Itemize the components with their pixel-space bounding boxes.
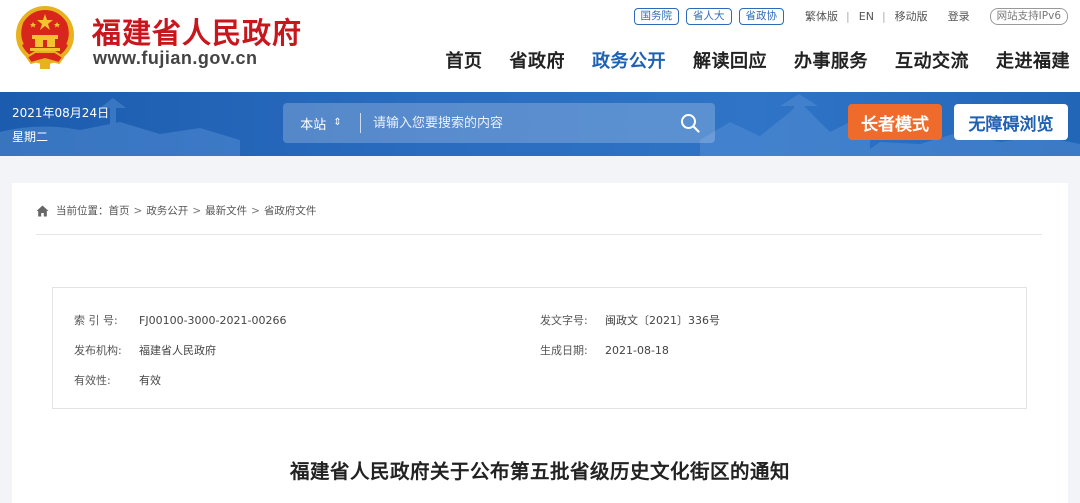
- breadcrumb: 当前位置： 首页 > 政务公开 > 最新文件 > 省政府文件: [36, 203, 316, 218]
- login-link[interactable]: 登录: [948, 8, 970, 24]
- site-name[interactable]: 福建省人民政府: [92, 10, 302, 52]
- nav-interaction[interactable]: 互动交流: [895, 47, 969, 73]
- meta-doc-number-label: 发文字号:: [540, 314, 588, 327]
- meta-validity-label: 有效性:: [74, 374, 111, 387]
- search-scope-select[interactable]: 本站 ⇕: [283, 103, 359, 143]
- link-english[interactable]: EN: [859, 10, 874, 23]
- search-scope-label: 本站: [300, 117, 327, 133]
- meta-validity: 有效性: 有效: [74, 372, 161, 388]
- meta-publisher-label: 发布机构:: [74, 344, 122, 357]
- document-title: 福建省人民政府关于公布第五批省级历史文化街区的通知: [289, 460, 790, 483]
- home-icon: [36, 205, 49, 216]
- separator: |: [881, 9, 886, 23]
- link-traditional-chinese[interactable]: 繁体版: [805, 8, 838, 24]
- meta-index-label: 索 引 号:: [74, 314, 118, 327]
- top-links: 国务院 省人大 省政协 繁体版 | EN | 移动版 登录 网站支持IPv6: [627, 7, 1068, 25]
- meta-doc-number-value: 闽政文〔2021〕336号: [605, 314, 720, 327]
- separator: |: [846, 9, 850, 23]
- meta-date-label: 生成日期:: [540, 344, 588, 357]
- breadcrumb-latest-docs[interactable]: 最新文件: [205, 203, 247, 218]
- search-divider: [360, 113, 361, 133]
- meta-index-value: FJ00100-3000-2021-00266: [139, 314, 287, 327]
- national-emblem-icon[interactable]: [13, 5, 77, 71]
- breadcrumb-separator: >: [251, 204, 260, 217]
- ipv6-badge: 网站支持IPv6: [989, 7, 1068, 25]
- breadcrumb-home[interactable]: 首页: [109, 203, 130, 218]
- nav-about-fujian[interactable]: 走进福建: [996, 47, 1070, 73]
- main-nav: 首页 省政府 政务公开 解读回应 办事服务 互动交流 走进福建: [419, 47, 1071, 73]
- breadcrumb-prefix: 当前位置：: [56, 205, 109, 217]
- document-metadata: 索 引 号: FJ00100-3000-2021-00266 发文字号: 闽政文〔2…: [52, 287, 1027, 409]
- nav-services[interactable]: 办事服务: [794, 47, 868, 73]
- link-provincial-cppcc[interactable]: 省政协: [738, 7, 785, 25]
- nav-government-affairs[interactable]: 政务公开: [592, 47, 666, 73]
- nav-interpretation[interactable]: 解读回应: [693, 47, 767, 73]
- site-header: 福建省人民政府 www.fujian.gov.cn 国务院 省人大 省政协 繁体…: [0, 0, 1080, 92]
- link-state-council[interactable]: 国务院: [633, 7, 680, 25]
- search-input[interactable]: [373, 103, 653, 143]
- meta-validity-value: 有效: [139, 374, 161, 387]
- accessible-browsing-button[interactable]: 无障碍浏览: [954, 104, 1068, 140]
- breadcrumb-government-affairs[interactable]: 政务公开: [146, 203, 188, 218]
- content-panel: 当前位置： 首页 > 政务公开 > 最新文件 > 省政府文件 索 引 号: FJ0…: [12, 183, 1068, 503]
- current-weekday: 星期二: [12, 130, 49, 144]
- breadcrumb-separator: >: [133, 204, 143, 217]
- meta-publisher-value: 福建省人民政府: [139, 344, 216, 357]
- link-provincial-congress[interactable]: 省人大: [686, 7, 732, 25]
- breadcrumb-divider: [36, 234, 1042, 235]
- nav-home[interactable]: 首页: [446, 47, 483, 73]
- elder-mode-button[interactable]: 长者模式: [848, 104, 942, 140]
- meta-doc-number: 发文字号: 闽政文〔2021〕336号: [540, 312, 720, 328]
- search-icon[interactable]: [679, 112, 701, 134]
- breadcrumb-separator: >: [192, 204, 202, 217]
- meta-index: 索 引 号: FJ00100-3000-2021-00266: [74, 312, 286, 328]
- meta-publisher: 发布机构: 福建省人民政府: [74, 342, 216, 358]
- meta-date-value: 2021-08-18: [605, 344, 669, 357]
- current-date: 2021年08月24日: [12, 106, 110, 120]
- nav-provincial-government[interactable]: 省政府: [510, 47, 566, 73]
- search-bar: 本站 ⇕: [283, 103, 715, 143]
- breadcrumb-provincial-docs[interactable]: 省政府文件: [264, 203, 317, 218]
- site-domain: www.fujian.gov.cn: [93, 48, 258, 68]
- link-mobile[interactable]: 移动版: [895, 8, 928, 24]
- meta-date: 生成日期: 2021-08-18: [540, 342, 669, 358]
- updown-caret-icon: ⇕: [333, 117, 342, 128]
